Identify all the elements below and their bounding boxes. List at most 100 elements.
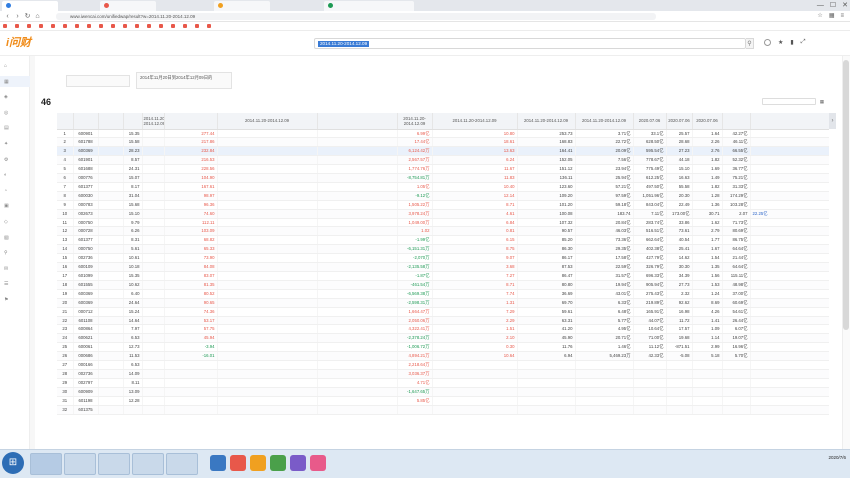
stock-links[interactable] bbox=[750, 173, 829, 183]
table-row[interactable]: 30 600909 13.09 -1,647.65万 bbox=[57, 387, 829, 397]
stock-links[interactable] bbox=[750, 226, 829, 237]
stock-name[interactable] bbox=[98, 244, 124, 255]
menu-icon[interactable]: ≡ bbox=[840, 12, 844, 21]
refresh-icon[interactable]: ↻ bbox=[23, 12, 32, 21]
condition-box[interactable]: 2014年11月20日到2014年12月09日的 bbox=[136, 72, 232, 89]
table-row[interactable]: 24 600621 6.53 45.94 -2,378.24万 2.10 45.90 20.7… bbox=[57, 333, 829, 344]
stock-links[interactable] bbox=[750, 262, 829, 272]
stock-name[interactable] bbox=[98, 226, 124, 237]
table-row[interactable]: 19 600369 6.40 80.52 -6,569.38万 7.74 36.69 43.0… bbox=[57, 289, 829, 299]
stock-links[interactable] bbox=[750, 298, 829, 308]
sidebar-item[interactable]: ☰ bbox=[0, 278, 30, 289]
stock-links[interactable] bbox=[750, 289, 829, 299]
pinned-app-icon[interactable] bbox=[310, 455, 326, 471]
stock-name[interactable] bbox=[98, 200, 124, 210]
stock-name[interactable] bbox=[98, 316, 124, 326]
home-icon[interactable]: ⌂ bbox=[33, 12, 42, 21]
bookmark-item[interactable] bbox=[72, 22, 84, 30]
stock-links[interactable] bbox=[750, 235, 829, 246]
stock-name[interactable] bbox=[98, 271, 124, 281]
column-header[interactable] bbox=[317, 113, 398, 130]
pinned-app-icon[interactable] bbox=[250, 455, 266, 471]
browser-tab[interactable] bbox=[100, 1, 156, 11]
bookmark-item[interactable] bbox=[48, 22, 60, 30]
table-row[interactable]: 26 000686 11.53 -16.01 4,894.21万 10.64 6.94 5,4… bbox=[57, 351, 829, 362]
column-header[interactable] bbox=[57, 113, 74, 130]
sidebar-item[interactable]: ▧ bbox=[0, 232, 30, 243]
stock-name[interactable] bbox=[98, 235, 124, 246]
bookmark-item[interactable] bbox=[24, 22, 36, 30]
column-header[interactable]: 2014.11.20-2014.12.09 bbox=[142, 113, 165, 130]
stock-name[interactable] bbox=[98, 396, 124, 406]
stock-links[interactable] bbox=[750, 369, 829, 379]
column-header[interactable]: 2020.07.06 bbox=[633, 113, 667, 130]
stock-links[interactable] bbox=[750, 200, 829, 210]
sidebar-item[interactable]: ▤ bbox=[0, 122, 30, 133]
bookmark-item[interactable] bbox=[180, 22, 192, 30]
stock-name[interactable] bbox=[98, 164, 124, 175]
stock-name[interactable] bbox=[98, 369, 124, 379]
stock-name[interactable] bbox=[98, 307, 124, 317]
stock-links[interactable] bbox=[750, 191, 829, 201]
favorite-icon[interactable]: ★ bbox=[778, 39, 783, 46]
stock-links[interactable] bbox=[750, 137, 829, 148]
table-row[interactable]: 13 601377 8.31 68.82 -1.99亿 6.15 85.20 73.36亿 66… bbox=[57, 235, 829, 246]
table-row[interactable]: 6 000776 15.07 104.90 -8,754.81万 11.83 136.11 2… bbox=[57, 173, 829, 183]
url-field[interactable]: www.iwencai.com/unifiedwap/result?w=2014… bbox=[56, 13, 656, 20]
column-header[interactable]: 2014.11.20-2014.12.09 bbox=[575, 113, 634, 130]
stock-links[interactable] bbox=[750, 316, 829, 326]
star-icon[interactable]: ☆ bbox=[817, 12, 822, 21]
sidebar-item[interactable]: ◈ bbox=[0, 91, 30, 102]
pinned-app-icon[interactable] bbox=[290, 455, 306, 471]
bookmark-item[interactable] bbox=[192, 22, 204, 30]
column-header[interactable]: 2014.11.20-2014.12.09 bbox=[517, 113, 576, 130]
stock-name[interactable] bbox=[98, 280, 124, 290]
scrollbar-thumb[interactable] bbox=[843, 60, 849, 330]
table-row[interactable]: 15 002736 10.61 73.90 -2,070万 9.07 86.17 17.58亿… bbox=[57, 253, 829, 264]
stock-name[interactable] bbox=[98, 289, 124, 299]
stock-name[interactable] bbox=[98, 146, 124, 157]
column-header[interactable] bbox=[98, 113, 124, 130]
stock-links[interactable] bbox=[750, 387, 829, 397]
site-logo[interactable]: i问财 bbox=[6, 37, 31, 50]
stock-links[interactable] bbox=[750, 405, 829, 415]
bookmark-item[interactable] bbox=[120, 22, 132, 30]
stock-name[interactable] bbox=[98, 342, 124, 353]
table-row[interactable]: 12 000728 6.26 103.09 1.02 0.81 90.57 46.03亿 516… bbox=[57, 226, 829, 237]
stock-name[interactable] bbox=[98, 191, 124, 201]
table-row[interactable]: 17 601099 15.35 83.07 -1.87亿 7.27 86.47 31.57亿 6… bbox=[57, 271, 829, 281]
stock-links[interactable] bbox=[750, 324, 829, 335]
bookmark-item[interactable] bbox=[168, 22, 180, 30]
stock-links[interactable] bbox=[750, 378, 829, 388]
stock-links[interactable] bbox=[750, 164, 829, 175]
table-row[interactable]: 21 000712 15.24 74.36 1,664.47万 7.29 59.61 6.48… bbox=[57, 307, 829, 317]
sidebar-item[interactable]: ◔ bbox=[0, 185, 30, 196]
stock-name[interactable] bbox=[98, 253, 124, 264]
stock-name[interactable] bbox=[98, 298, 124, 308]
table-row[interactable]: 22 601108 14.64 53.17 2,050.06万 2.29 63.31 5.77… bbox=[57, 316, 829, 326]
sidebar-item[interactable]: ▣ bbox=[0, 200, 30, 211]
table-row[interactable]: 16 600109 10.18 84.08 -2,135.58万 3.68 87.53 22.… bbox=[57, 262, 829, 272]
stock-name[interactable] bbox=[98, 324, 124, 335]
column-header[interactable] bbox=[73, 113, 99, 130]
bookmark-item[interactable] bbox=[12, 22, 24, 30]
column-header[interactable]: 2014.11.20-2014.12.09 bbox=[397, 113, 433, 130]
back-icon[interactable]: ‹ bbox=[3, 12, 12, 21]
table-row[interactable]: 23 600864 7.97 57.75 4,322.41万 1.51 41.20 4.95亿… bbox=[57, 324, 829, 335]
table-row[interactable]: 4 601901 8.57 216.53 2,567.57万 6.24 152.05 7.56… bbox=[57, 155, 829, 166]
column-header[interactable] bbox=[750, 113, 829, 130]
table-row[interactable]: 7 601377 8.17 167.61 1.05亿 10.40 123.60 57.21亿 4… bbox=[57, 182, 829, 192]
forward-icon[interactable]: › bbox=[13, 12, 22, 21]
table-row[interactable]: 18 601555 10.62 81.35 -461.54万 8.71 80.80 19.94… bbox=[57, 280, 829, 290]
table-row[interactable]: 10 002673 15.10 74.60 3,978.24万 4.61 100.08 183… bbox=[57, 209, 829, 219]
browser-tab[interactable] bbox=[324, 1, 414, 11]
stock-name[interactable] bbox=[98, 182, 124, 192]
bookmark-icon[interactable]: ▮ bbox=[790, 39, 793, 46]
stock-links[interactable] bbox=[750, 146, 829, 157]
sidebar-item[interactable]: ⌂ bbox=[0, 60, 30, 71]
bookmark-item[interactable] bbox=[144, 22, 156, 30]
stock-links[interactable] bbox=[750, 129, 829, 139]
stock-name[interactable] bbox=[98, 173, 124, 183]
stock-links[interactable] bbox=[750, 182, 829, 192]
stock-name[interactable] bbox=[98, 360, 124, 370]
